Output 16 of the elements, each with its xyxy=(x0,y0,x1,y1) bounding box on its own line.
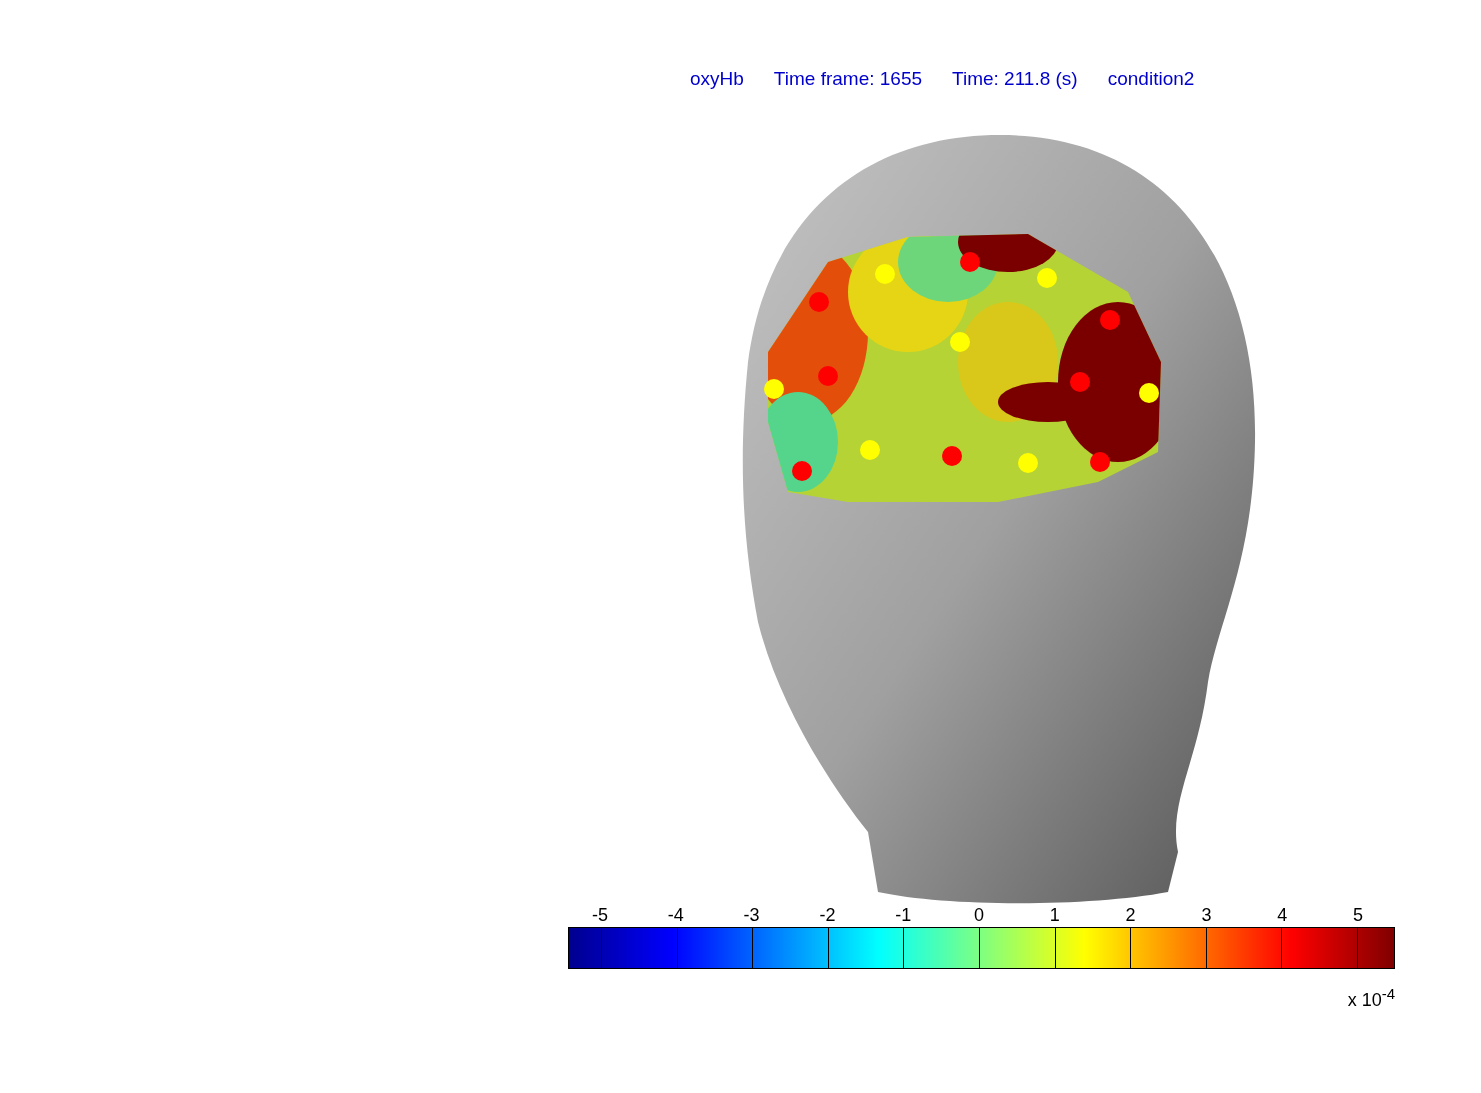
plot-title-text: Time frame: 1655 xyxy=(773,68,923,90)
plot-title-text: oxyHb xyxy=(690,68,744,90)
colorbar-tick-label: -4 xyxy=(667,905,684,926)
colorbar-tick-label: 4 xyxy=(1277,905,1288,926)
plot-title-text: Time: 211.8 (s) xyxy=(952,68,1078,90)
colorbar-tick-label: -2 xyxy=(819,905,836,926)
colorbar-tick-label: -3 xyxy=(743,905,760,926)
colorbar-tick-label: -1 xyxy=(895,905,912,926)
colorbar-tick-label: 5 xyxy=(1353,905,1363,926)
colorbar-tick-label: 3 xyxy=(1201,905,1212,926)
colorbar-tick-label: 1 xyxy=(1049,905,1060,926)
colorbar-tick-label: 0 xyxy=(974,905,984,926)
colorbar-tick-label: 2 xyxy=(1125,905,1136,926)
plot-title-text: condition2 xyxy=(1107,68,1195,90)
colorbar-exponent-label: x 10$^{-4}$ xyxy=(1347,985,1395,1011)
colorbar-tick-label: -5 xyxy=(592,905,608,926)
